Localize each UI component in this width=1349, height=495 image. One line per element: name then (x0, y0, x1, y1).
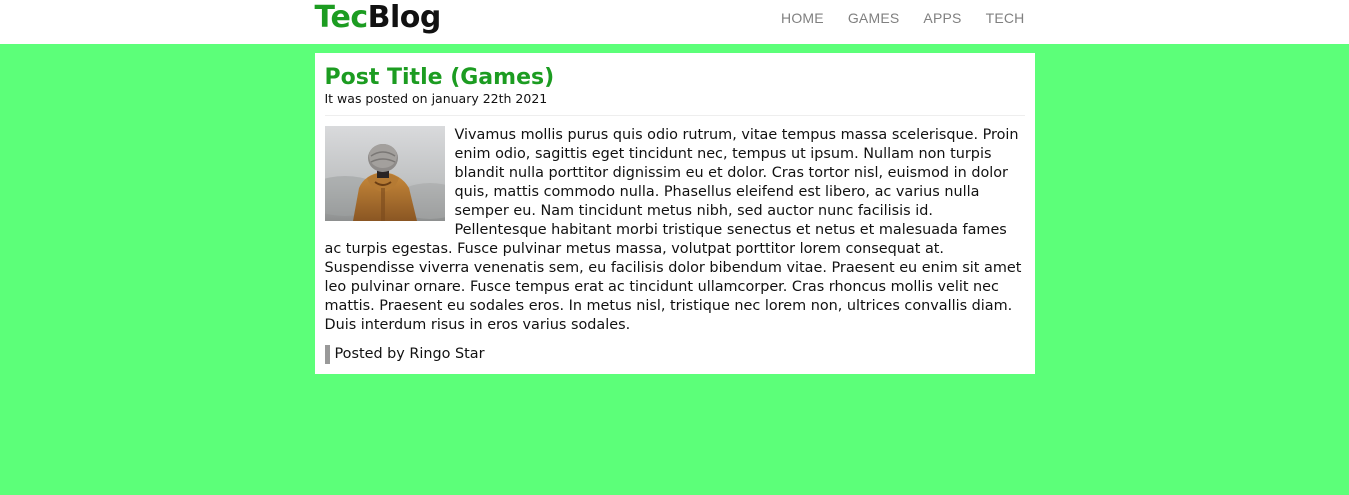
nav-link-apps[interactable]: APPS (923, 0, 961, 36)
top-navbar: TecBlog HOME GAMES APPS TECH (0, 0, 1349, 44)
post-thumbnail (324, 126, 445, 221)
navbar-container: TecBlog HOME GAMES APPS TECH (315, 0, 1035, 44)
logo-part-blog: Blog (367, 0, 442, 35)
blog-post-card: Post Title (Games) It was posted on janu… (314, 53, 1035, 374)
post-date: It was posted on january 22th 2021 (324, 91, 548, 106)
post-body: Vivamus mollis purus quis odio rutrum, v… (324, 126, 1025, 335)
person-in-beanie-photo-icon (324, 126, 445, 221)
main-nav: HOME GAMES APPS TECH (781, 0, 1024, 36)
post-author: Posted by Ringo Star (324, 345, 1025, 364)
post-title[interactable]: Post Title (Games) (325, 65, 1025, 91)
nav-link-games[interactable]: GAMES (848, 0, 900, 36)
nav-link-tech[interactable]: TECH (986, 0, 1025, 36)
site-logo[interactable]: TecBlog (314, 0, 442, 36)
nav-link-home[interactable]: HOME (781, 0, 824, 36)
logo-part-tec: Tec (314, 0, 369, 35)
post-divider (324, 115, 1025, 116)
